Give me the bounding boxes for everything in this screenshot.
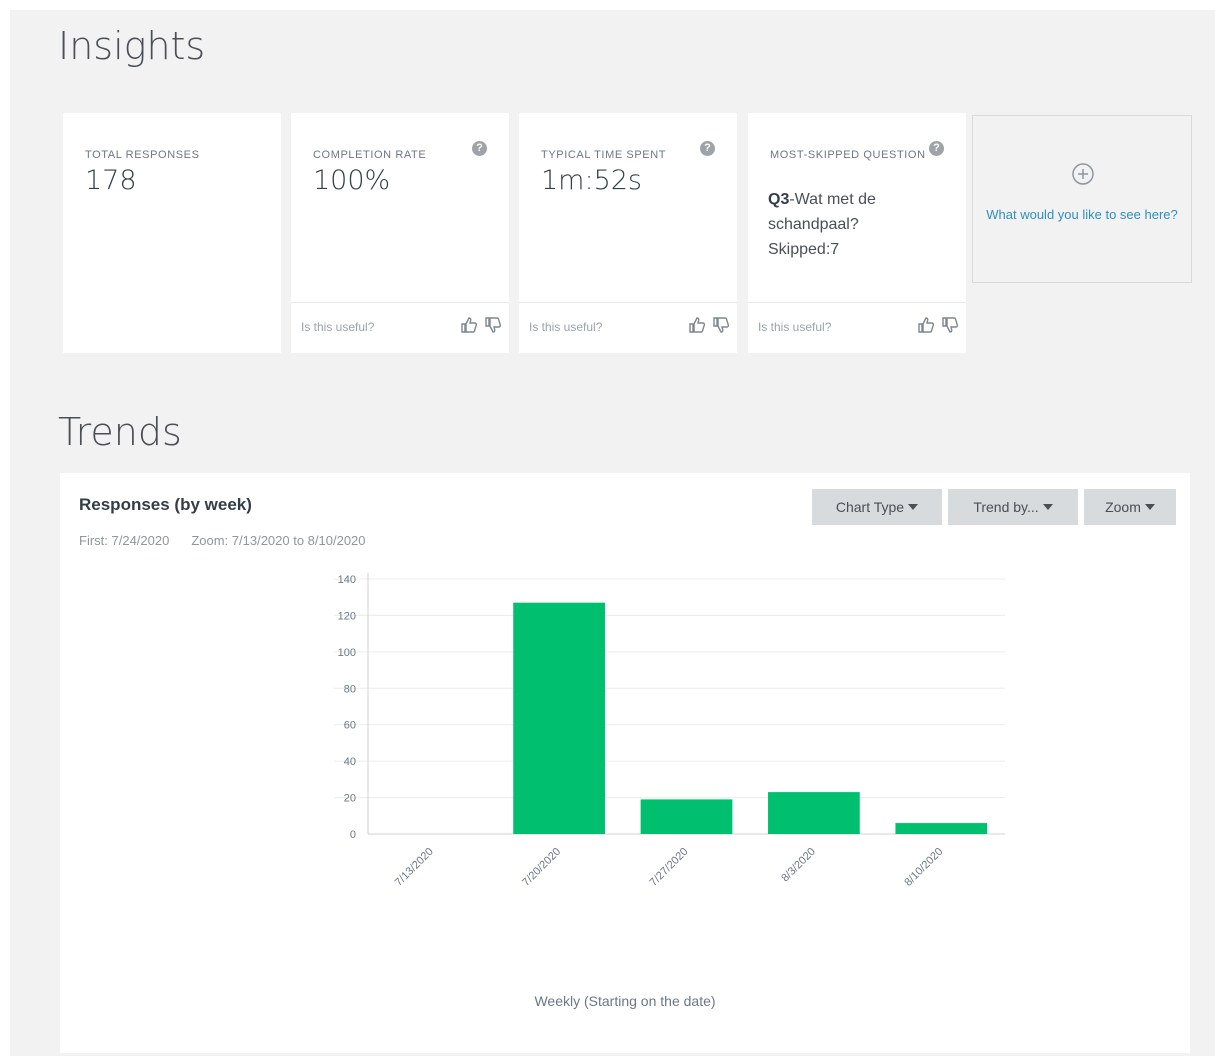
y-tick-label: 0 (350, 829, 356, 841)
y-tick-label: 100 (338, 647, 356, 659)
most-skipped-card: MOST-SKIPPED QUESTION ? Q3-Wat met de sc… (748, 113, 966, 353)
most-skipped-label: MOST-SKIPPED QUESTION (770, 149, 926, 161)
help-icon[interactable]: ? (472, 141, 487, 156)
trends-title: Trends (58, 410, 182, 454)
bar-8-3-2020[interactable] (768, 792, 860, 834)
x-tick-label: 8/3/2020 (779, 846, 818, 885)
insights-page: Insights TOTAL RESPONSES 178 COMPLETION … (10, 10, 1215, 1056)
bar-7-20-2020[interactable] (513, 602, 605, 834)
useful-prompt: Is this useful? (758, 320, 832, 334)
typical-time-card: TYPICAL TIME SPENT ? 1m:52s Is this usef… (519, 113, 737, 353)
add-circle-icon (1072, 163, 1094, 185)
bar-7-27-2020[interactable] (640, 799, 733, 834)
completion-rate-value: 100% (313, 165, 391, 196)
y-tick-label: 140 (338, 574, 356, 586)
thumbs-down-icon[interactable] (940, 315, 960, 335)
thumbs-down-icon[interactable] (483, 315, 503, 335)
total-responses-card: TOTAL RESPONSES 178 (63, 113, 281, 353)
help-icon[interactable]: ? (929, 141, 944, 156)
x-tick-label: 7/13/2020 (393, 846, 436, 889)
card-footer: Is this useful? (519, 302, 737, 353)
trend-panel: Responses (by week) First: 7/24/2020 Zoom… (60, 473, 1190, 1053)
x-tick-label: 8/10/2020 (902, 846, 945, 889)
question-id: Q3 (768, 191, 790, 208)
y-tick-label: 60 (344, 720, 356, 732)
y-tick-label: 120 (338, 610, 356, 622)
y-tick-label: 40 (344, 756, 356, 768)
card-footer: Is this useful? (748, 302, 966, 353)
thumbs-up-icon[interactable] (916, 315, 936, 335)
thumbs-up-icon[interactable] (687, 315, 707, 335)
total-responses-value: 178 (85, 165, 137, 196)
thumbs-up-icon[interactable] (459, 315, 479, 335)
help-icon[interactable]: ? (700, 141, 715, 156)
typical-time-value: 1m:52s (541, 165, 642, 196)
thumbs-down-icon[interactable] (711, 315, 731, 335)
skipped-count: Skipped:7 (768, 241, 840, 258)
x-tick-label: 7/20/2020 (520, 846, 563, 889)
add-insight-card[interactable]: What would you like to see here? (972, 115, 1192, 283)
insights-title: Insights (58, 24, 206, 68)
y-tick-label: 80 (344, 683, 356, 695)
x-tick-label: 7/27/2020 (648, 846, 691, 889)
completion-rate-card: COMPLETION RATE ? 100% Is this useful? (291, 113, 509, 353)
y-tick-label: 20 (344, 793, 356, 805)
x-axis-title: Weekly (Starting on the date) (534, 993, 716, 1009)
responses-bar-chart: 0 20 40 60 80 100 120 140 7/13/2020 7/20/2020 7/27… (334, 573, 1005, 889)
useful-prompt: Is this useful? (301, 320, 375, 334)
card-footer: Is this useful? (291, 302, 509, 353)
bar-8-10-2020[interactable] (895, 823, 988, 834)
add-insight-link[interactable]: What would you like to see here? (983, 206, 1181, 224)
most-skipped-question: Q3-Wat met de schandpaal? Skipped:7 (768, 187, 950, 262)
useful-prompt: Is this useful? (529, 320, 603, 334)
